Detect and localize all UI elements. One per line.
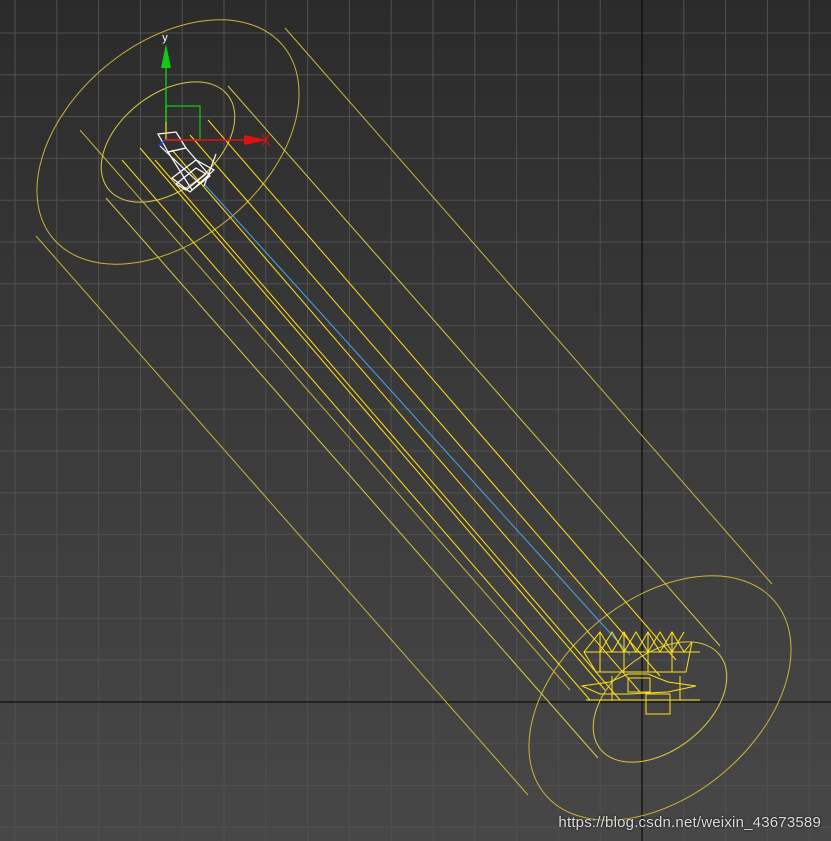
gizmo-x-arrow[interactable]: [244, 135, 268, 145]
light-hotspot-cone[interactable]: [79, 57, 750, 786]
watermark-text: https://blog.csdn.net/weixin_43673589: [558, 814, 821, 831]
light-falloff-cone[interactable]: [0, 0, 831, 841]
gizmo-y-arrow[interactable]: [161, 44, 171, 68]
hotspot-edge-line: [105, 197, 599, 759]
selected-light-wires[interactable]: [121, 119, 677, 701]
falloff-edge-line: [284, 27, 773, 585]
falloff-edge-line: [35, 235, 529, 796]
falloff-edge-line: [79, 129, 571, 691]
hotspot-start-ellipse: [100, 81, 236, 203]
viewport-grid: [0, 0, 831, 841]
hotspot-edge-line: [227, 85, 721, 647]
light-target-line: [204, 184, 631, 656]
transform-gizmo-icon[interactable]: y: [157, 32, 271, 147]
falloff-start-ellipse: [36, 19, 300, 265]
directional-light-icon[interactable]: [157, 131, 217, 193]
gizmo-y-label: y: [162, 32, 168, 44]
scene-canvas[interactable]: y: [0, 0, 831, 841]
perspective-viewport[interactable]: y https://blog.csdn.net/weixin_43673589: [0, 0, 831, 841]
